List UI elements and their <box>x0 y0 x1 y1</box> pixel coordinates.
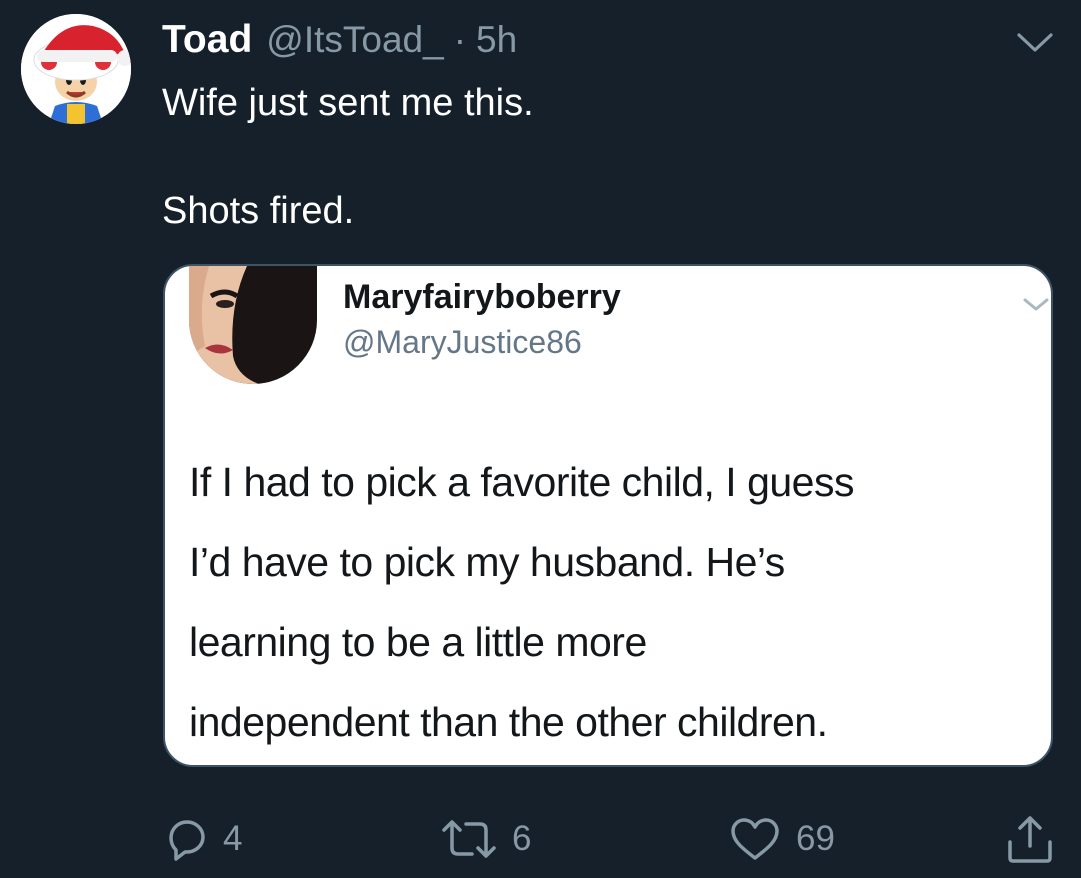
tweet-text: Wife just sent me this. Shots fired. <box>162 76 1042 238</box>
like-count: 69 <box>796 819 835 858</box>
share-button[interactable] <box>1004 812 1056 866</box>
quoted-text-line: learning to be a little more <box>189 619 647 665</box>
tweet-actions: 4 6 69 <box>0 812 1081 866</box>
retweet-button[interactable]: 6 <box>440 812 531 866</box>
separator-dot: · <box>453 19 467 60</box>
chevron-down-icon <box>1023 298 1049 311</box>
toad-avatar-image <box>21 14 131 124</box>
tweet-text-line: Wife just sent me this. <box>162 82 534 124</box>
quoted-text-line: I’d have to pick my husband. He’s <box>189 539 785 585</box>
quoted-author-name: Maryfairyboberry <box>343 278 621 316</box>
like-button[interactable]: 69 <box>728 812 835 866</box>
tweet-header: Toad @ItsToad_ · 5h <box>162 18 517 68</box>
author-avatar[interactable] <box>21 14 131 124</box>
author-handle[interactable]: @ItsToad_ <box>266 19 443 61</box>
reply-button[interactable]: 4 <box>163 812 242 866</box>
quoted-text-line: independent than the other children. <box>189 699 828 745</box>
retweet-icon <box>442 820 496 858</box>
reply-count: 4 <box>223 819 243 858</box>
reply-icon <box>169 820 205 861</box>
heart-icon <box>731 818 779 860</box>
author-name[interactable]: Toad <box>162 18 252 62</box>
quoted-author-handle: @MaryJustice86 <box>343 324 582 360</box>
woman-portrait-image <box>189 266 317 384</box>
share-icon <box>1008 816 1052 863</box>
chevron-down-icon[interactable] <box>1012 26 1058 60</box>
tweet-timestamp[interactable]: 5h <box>476 19 517 61</box>
quoted-avatar <box>189 266 317 384</box>
tweet-text-line: Shots fired. <box>162 190 355 232</box>
tweet-media-image[interactable]: Maryfairyboberry @MaryJustice86 If I had… <box>163 264 1053 767</box>
quoted-text-line: If I had to pick a favorite child, I gue… <box>189 459 854 505</box>
retweet-count: 6 <box>512 819 532 858</box>
quoted-text: If I had to pick a favorite child, I gue… <box>189 442 1039 762</box>
